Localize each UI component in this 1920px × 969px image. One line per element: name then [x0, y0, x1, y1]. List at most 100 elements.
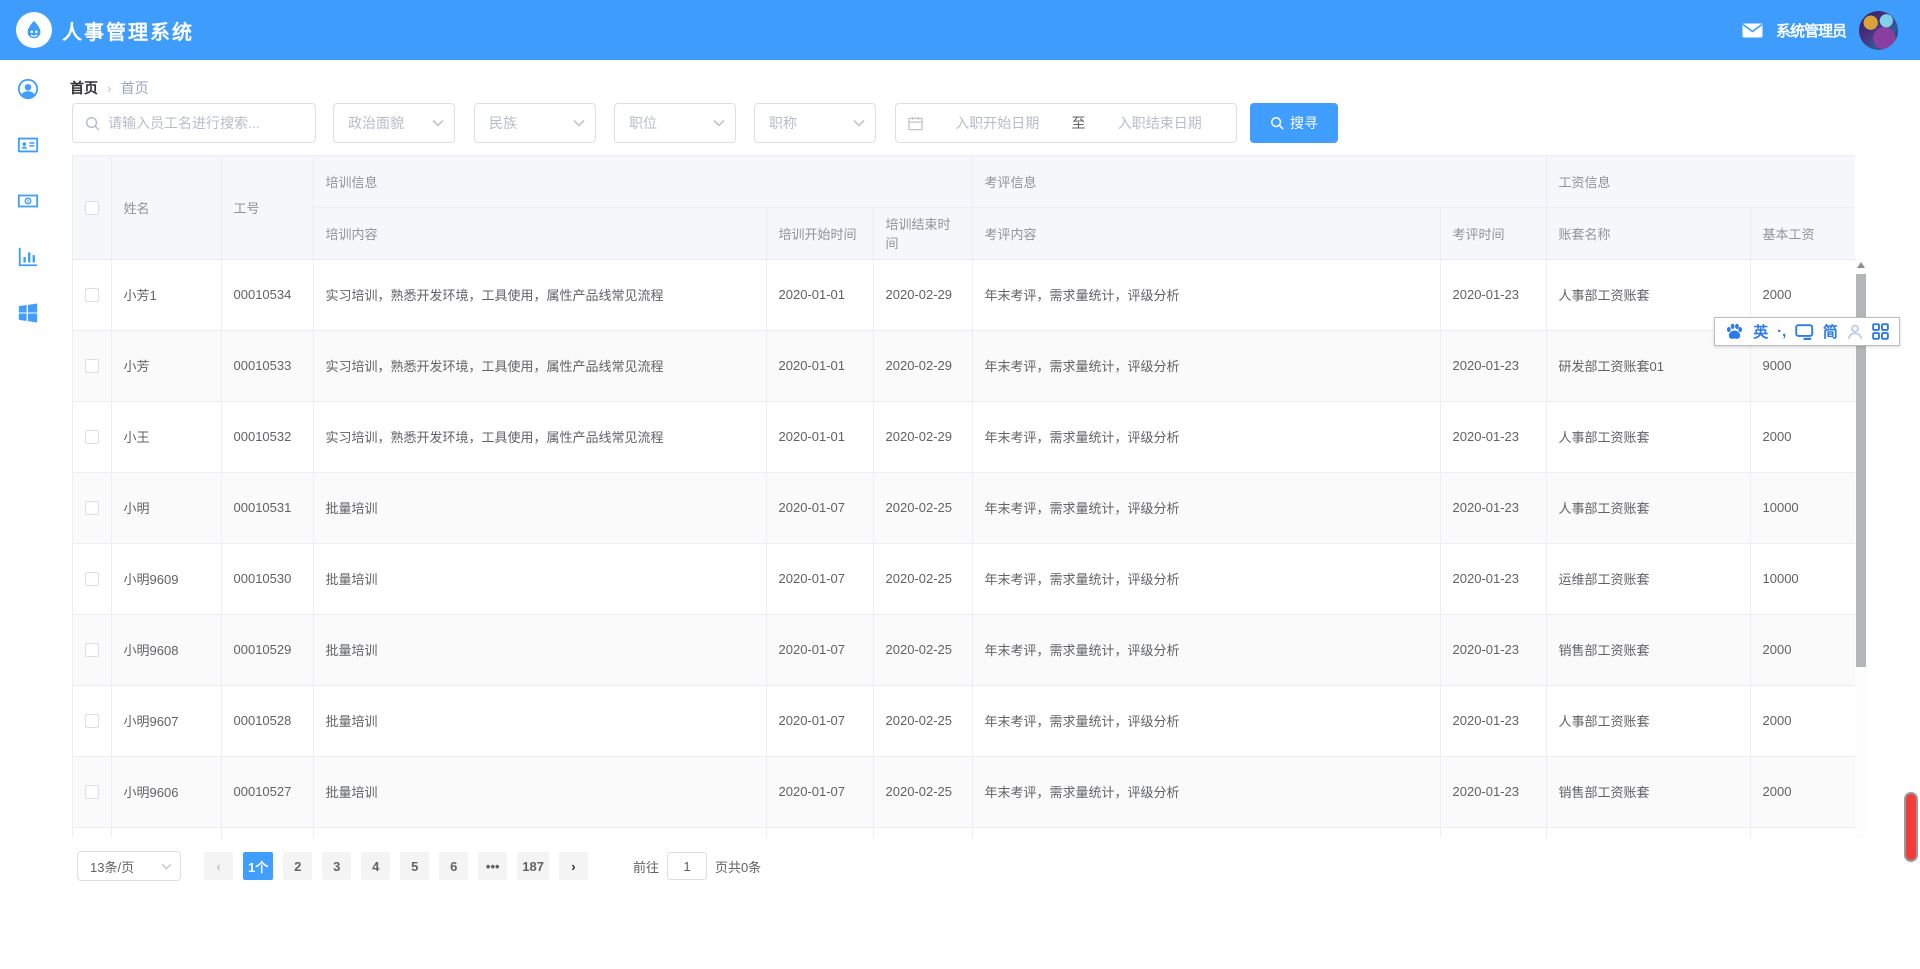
- search-button[interactable]: 搜寻: [1250, 103, 1338, 143]
- ethnicity-select[interactable]: 民族: [474, 103, 596, 143]
- cell-review-content: 年末考评，需求量统计，评级分析: [972, 401, 1440, 472]
- row-checkbox[interactable]: [85, 430, 99, 444]
- avatar[interactable]: [1859, 11, 1898, 50]
- goto-page-input[interactable]: [667, 852, 707, 880]
- group-header-salary: 工资信息: [1546, 156, 1855, 207]
- select-all-checkbox[interactable]: [85, 201, 99, 215]
- sidebar-item-employee user-circle-icon[interactable]: [17, 78, 39, 100]
- hire-start-date-input[interactable]: 入职开始日期: [933, 113, 1062, 133]
- page-button-1个[interactable]: 1个: [243, 852, 273, 880]
- political-status-select[interactable]: 政治面貌: [333, 103, 455, 143]
- page-button-2[interactable]: 2: [283, 852, 312, 880]
- cell-review-date: 2020-01-23: [1440, 756, 1546, 827]
- page-button-3[interactable]: 3: [322, 852, 351, 880]
- scroll-up-arrow-icon[interactable]: [1855, 260, 1867, 270]
- cell-training-end: 2020-02-25: [873, 685, 972, 756]
- select-placeholder: 职位: [629, 113, 657, 133]
- cell-training-start: 2020-01-07: [766, 685, 873, 756]
- column-header-name: 姓名: [111, 156, 221, 259]
- cell-training-content: 实习培训，熟悉开发环境，工具使用，属性产品线常见流程: [313, 330, 766, 401]
- page-scrollbar-thumb[interactable]: [1904, 792, 1918, 862]
- page-size-select[interactable]: 13条/页: [77, 851, 181, 881]
- cell-training-content: 批量培训: [313, 756, 766, 827]
- row-checkbox[interactable]: [85, 785, 99, 799]
- baidu-paw-icon[interactable]: [1725, 323, 1744, 340]
- page-size-value: 13条/页: [90, 857, 134, 876]
- cell-training-end: 2020-02-25: [873, 756, 972, 827]
- ime-english-toggle[interactable]: 英: [1753, 321, 1768, 342]
- row-checkbox[interactable]: [85, 501, 99, 515]
- select-placeholder: 民族: [489, 113, 517, 133]
- date-range-separator: 至: [1072, 113, 1086, 133]
- search-icon: [1270, 116, 1284, 130]
- cell-review-date: 2020-01-23: [1440, 401, 1546, 472]
- hr-management-page: 人事管理系统 系统管理员: [0, 0, 1920, 969]
- keyboard-icon[interactable]: [1795, 324, 1814, 340]
- hire-end-date-input[interactable]: 入职结束日期: [1096, 113, 1225, 133]
- position-select[interactable]: 职位: [614, 103, 736, 143]
- row-checkbox[interactable]: [85, 572, 99, 586]
- cell-base-salary: [1750, 827, 1855, 838]
- breadcrumb-home[interactable]: 首页: [70, 78, 98, 98]
- cell-review-content: 年末考评，需求量统计，评级分析: [972, 756, 1440, 827]
- page-button-4[interactable]: 4: [361, 852, 390, 880]
- chevron-down-icon: [573, 119, 585, 127]
- row-checkbox[interactable]: [85, 643, 99, 657]
- cell-training-content: 批量培训: [313, 543, 766, 614]
- cell-emp-id: 00010527: [221, 756, 313, 827]
- app-logo[interactable]: 人事管理系统: [16, 12, 194, 48]
- current-user-name[interactable]: 系统管理员: [1776, 20, 1846, 41]
- goto-label: 前往: [633, 857, 659, 876]
- hire-date-range-picker[interactable]: 入职开始日期 至 入职结束日期: [895, 103, 1237, 143]
- cell-base-salary: 2000: [1750, 401, 1855, 472]
- cell-emp-id: 00010532: [221, 401, 313, 472]
- cell-review-date: 2020-01-23: [1440, 330, 1546, 401]
- cell-training-content: [313, 827, 766, 838]
- row-checkbox[interactable]: [85, 288, 99, 302]
- cell-account-name: 运维部工资账套: [1546, 543, 1750, 614]
- filter-bar: 请输入员工名进行搜索... 政治面貌 民族 职位 职称 入职开始日期: [0, 103, 1920, 143]
- mail-icon[interactable]: [1742, 23, 1763, 38]
- cell-name: 小明9606: [111, 756, 221, 827]
- cell-review-content: 年末考评，需求量统计，评级分析: [972, 685, 1440, 756]
- cell-name: 小明: [111, 472, 221, 543]
- employee-search-input[interactable]: 请输入员工名进行搜索...: [72, 103, 316, 143]
- employee-table: 姓名 工号 培训信息 考评信息 工资信息 培训内容 培训开始时间 培训结束时间 …: [72, 155, 1855, 838]
- row-checkbox[interactable]: [85, 714, 99, 728]
- pagination-bar: 13条/页 ‹ 1个 23456 ••• 187 › 前往 页共0条: [77, 851, 761, 881]
- pagination-more-button[interactable]: •••: [478, 852, 507, 880]
- select-placeholder: 政治面貌: [348, 113, 404, 133]
- page-button-6[interactable]: 6: [439, 852, 468, 880]
- total-label: 页共0条: [715, 857, 761, 876]
- cell-name: 小明9607: [111, 685, 221, 756]
- sidebar-item-system windows-grid-icon[interactable]: [17, 302, 39, 324]
- sidebar: [0, 60, 55, 969]
- page-button-187[interactable]: 187: [517, 852, 549, 880]
- cell-emp-id: 00010534: [221, 259, 313, 330]
- table-row: 小芳100010534实习培训，熟悉开发环境，工具使用，属性产品线常见流程202…: [73, 259, 1855, 330]
- apps-grid-icon[interactable]: [1872, 323, 1889, 340]
- cell-training-end: 2020-02-25: [873, 543, 972, 614]
- job-title-select[interactable]: 职称: [754, 103, 876, 143]
- table-row: 小王00010532实习培训，熟悉开发环境，工具使用，属性产品线常见流程2020…: [73, 401, 1855, 472]
- group-header-training: 培训信息: [313, 156, 972, 207]
- cell-account-name: 人事部工资账套: [1546, 685, 1750, 756]
- row-checkbox[interactable]: [85, 359, 99, 373]
- column-header-training-content: 培训内容: [313, 207, 766, 259]
- group-header-review: 考评信息: [972, 156, 1546, 207]
- cell-training-content: 批量培训: [313, 472, 766, 543]
- prev-page-button chevron-left-icon[interactable]: ‹: [204, 852, 233, 880]
- column-header-training-start: 培训开始时间: [766, 207, 873, 259]
- person-icon[interactable]: [1847, 324, 1863, 340]
- next-page-button chevron-right-icon[interactable]: ›: [559, 852, 588, 880]
- column-header-review-date: 考评时间: [1440, 207, 1546, 259]
- ime-simplified-toggle[interactable]: 简: [1823, 321, 1838, 342]
- calendar-icon: [908, 116, 923, 131]
- cell-name: 小明9609: [111, 543, 221, 614]
- sidebar-item-salary banknote-icon[interactable]: [17, 190, 39, 212]
- ime-punctuation-toggle[interactable]: ·,: [1777, 323, 1786, 340]
- sidebar-item-statistics bar-chart-icon[interactable]: [17, 246, 39, 268]
- page-button-5[interactable]: 5: [400, 852, 429, 880]
- table-row: 小明960800010529批量培训2020-01-072020-02-25年末…: [73, 614, 1855, 685]
- cell-emp-id: 00010526: [221, 827, 313, 838]
